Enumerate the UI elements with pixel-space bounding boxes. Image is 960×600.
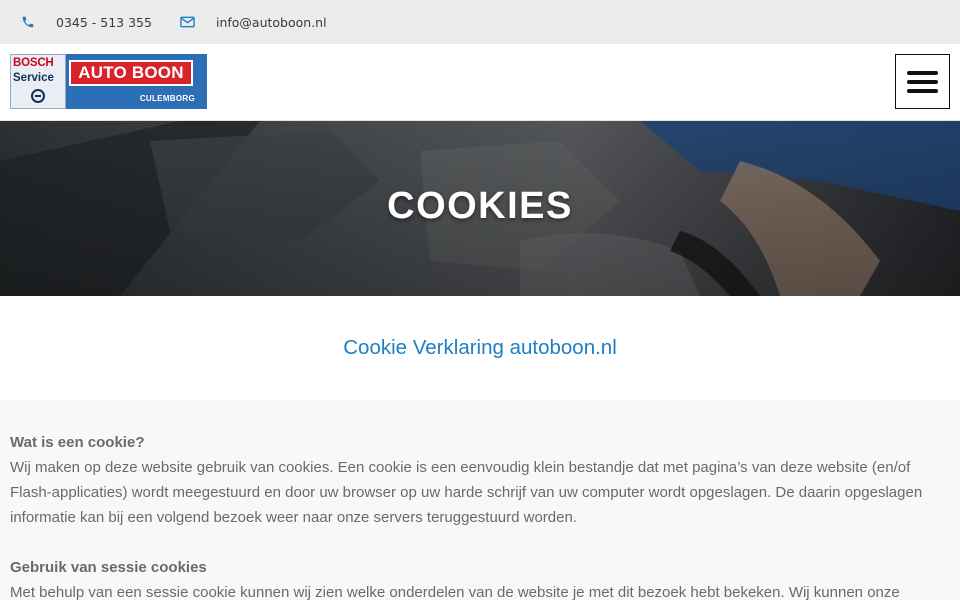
brand-name: AUTO BOON [69, 60, 193, 86]
intro-section: Cookie Verklaring autoboon.nl [0, 296, 960, 400]
envelope-icon [180, 14, 196, 30]
hamburger-menu-button[interactable] [895, 54, 950, 109]
phone-number[interactable]: 0345 - 513 355 [56, 15, 152, 30]
subheading-what-is-cookie: Wat is een cookie? [10, 434, 145, 451]
bosch-service-logo: BOSCH Service [10, 54, 66, 109]
site-logo[interactable]: BOSCH Service AUTO BOON CULEMBORG [10, 54, 207, 109]
site-header: BOSCH Service AUTO BOON CULEMBORG [0, 44, 960, 121]
auto-boon-logo: AUTO BOON CULEMBORG [66, 54, 207, 109]
hero-banner: COOKIES [0, 121, 960, 296]
hamburger-menu-icon [907, 70, 938, 75]
email-address[interactable]: info@autoboon.nl [216, 15, 327, 30]
brand-city: CULEMBORG [139, 94, 195, 103]
top-contact-bar: 0345 - 513 355 info@autoboon.nl [0, 0, 960, 44]
cookie-content: Wat is een cookie? Wij maken op deze web… [0, 400, 960, 600]
bosch-label: BOSCH [13, 57, 54, 69]
phone-icon [20, 14, 36, 30]
section-heading: Cookie Verklaring autoboon.nl [343, 336, 617, 359]
paragraph-session-cookies: Met behulp van een sessie cookie kunnen … [10, 584, 900, 600]
phone-contact[interactable]: 0345 - 513 355 [20, 14, 152, 30]
bosch-emblem-icon [31, 89, 45, 103]
paragraph-what-is-cookie: Wij maken op deze website gebruik van co… [10, 459, 923, 526]
service-label: Service [13, 72, 54, 84]
page-title: COOKIES [387, 185, 573, 227]
subheading-session-cookies: Gebruik van sessie cookies [10, 559, 207, 576]
email-contact[interactable]: info@autoboon.nl [180, 14, 327, 30]
